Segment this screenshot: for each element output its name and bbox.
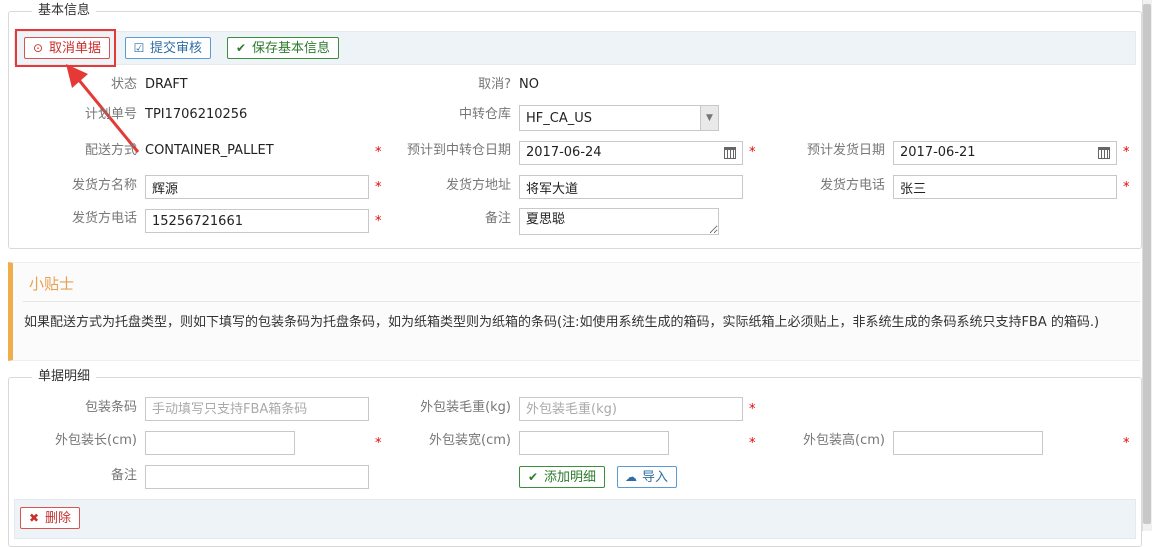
transit-warehouse-value: HF_CA_US [526, 111, 592, 126]
cancel-document-button[interactable]: ⊙ 取消单据 [24, 37, 111, 59]
calendar-icon[interactable] [724, 147, 736, 159]
detail-remark-label: 备注 [110, 468, 137, 483]
shipper-name-label: 发货方名称 [71, 178, 137, 193]
ship-date-value: 2017-06-21 [900, 145, 976, 160]
import-label: 导入 [642, 470, 669, 485]
check-icon: ✔ [527, 470, 539, 484]
shipper-contact-required-mark: * [1123, 180, 1130, 195]
remark-textarea[interactable]: 夏思聪 [519, 208, 719, 235]
shipper-address-label: 发货方地址 [445, 178, 511, 193]
save-basic-info-label: 保存基本信息 [252, 41, 331, 56]
add-detail-button[interactable]: ✔ 添加明细 [519, 466, 606, 488]
delivery-method-value: CONTAINER_PALLET [145, 143, 274, 158]
length-label: 外包装长(cm) [55, 433, 137, 448]
barcode-input[interactable] [145, 397, 369, 421]
remark-label: 备注 [484, 211, 511, 226]
height-required-mark: * [1123, 436, 1130, 451]
shipper-name-required-mark: * [375, 180, 382, 195]
ship-date-input[interactable]: 2017-06-21 [893, 141, 1117, 165]
tips-title: 小贴士 [29, 275, 75, 293]
shipper-phone-label: 发货方电话 [819, 178, 885, 193]
stop-circle-icon: ⊙ [32, 41, 44, 55]
eta-transit-date-input[interactable]: 2017-06-24 [519, 141, 743, 165]
ship-date-label: 预计发货日期 [806, 143, 885, 158]
shipper-contact-input[interactable] [893, 175, 1117, 199]
delete-label: 删除 [45, 511, 72, 526]
submit-review-label: 提交审核 [150, 41, 203, 56]
delivery-method-required-mark: * [375, 145, 382, 160]
transit-warehouse-select[interactable]: HF_CA_US ▼ [519, 105, 719, 131]
width-label: 外包装宽(cm) [429, 433, 511, 448]
width-required-mark: * [749, 436, 756, 451]
detail-toolbar [14, 499, 1136, 539]
gross-weight-label: 外包装毛重(kg) [420, 400, 511, 415]
calendar-icon[interactable] [1098, 147, 1110, 159]
detail-remark-input[interactable] [145, 465, 369, 489]
gross-weight-required-mark: * [749, 402, 756, 417]
cancelled-value: NO [519, 77, 539, 92]
eta-required-mark: * [749, 145, 756, 160]
transit-warehouse-label: 中转仓库 [458, 107, 511, 122]
length-required-mark: * [375, 436, 382, 451]
height-label: 外包装高(cm) [803, 433, 885, 448]
height-input[interactable] [893, 431, 1043, 455]
edit-check-icon: ☑ [133, 41, 145, 55]
submit-review-button[interactable]: ☑ 提交审核 [125, 37, 212, 59]
shipper-phone-input[interactable] [145, 209, 369, 233]
import-button[interactable]: ☁ 导入 [617, 466, 678, 488]
close-icon: ✖ [28, 511, 40, 525]
eta-transit-label: 预计到中转仓日期 [406, 143, 511, 158]
barcode-label: 包装条码 [84, 400, 137, 415]
shipper-phone2-label: 发货方电话 [71, 211, 137, 226]
delivery-method-label: 配送方式 [84, 143, 137, 158]
check-icon: ✔ [235, 41, 247, 55]
shipper-name-input[interactable] [145, 175, 369, 199]
cancel-document-label: 取消单据 [49, 41, 102, 56]
delete-button[interactable]: ✖ 删除 [20, 507, 81, 529]
gross-weight-input[interactable] [519, 397, 743, 421]
save-basic-info-button[interactable]: ✔ 保存基本信息 [227, 37, 340, 59]
scrollbar-thumb[interactable] [1143, 4, 1151, 524]
plan-number-label: 计划单号 [84, 107, 137, 122]
width-input[interactable] [519, 431, 669, 455]
basic-info-legend: 基本信息 [32, 3, 97, 19]
plan-number-value: TPI1706210256 [145, 107, 248, 122]
eta-transit-date-value: 2017-06-24 [526, 145, 602, 160]
tips-panel: 小贴士 如果配送方式为托盘类型，则如下填写的包装条码为托盘条码，如为纸箱类型则为… [8, 262, 1140, 361]
length-input[interactable] [145, 431, 295, 455]
cancelled-label: 取消? [478, 77, 511, 92]
detail-legend: 单据明细 [32, 369, 97, 385]
shipper-address-input[interactable] [519, 175, 743, 199]
cloud-upload-icon: ☁ [625, 470, 637, 484]
dropdown-arrow-icon[interactable]: ▼ [700, 106, 718, 130]
page-scrollbar[interactable] [1142, 0, 1152, 531]
tips-text: 如果配送方式为托盘类型，则如下填写的包装条码为托盘条码，如为纸箱类型则为纸箱的条… [24, 315, 1100, 330]
shipper-phone-required-mark: * [375, 214, 382, 229]
add-detail-label: 添加明细 [544, 470, 597, 485]
status-value: DRAFT [145, 77, 188, 92]
tips-divider [23, 301, 1140, 302]
status-label: 状态 [110, 77, 137, 92]
ship-date-required-mark: * [1123, 145, 1130, 160]
